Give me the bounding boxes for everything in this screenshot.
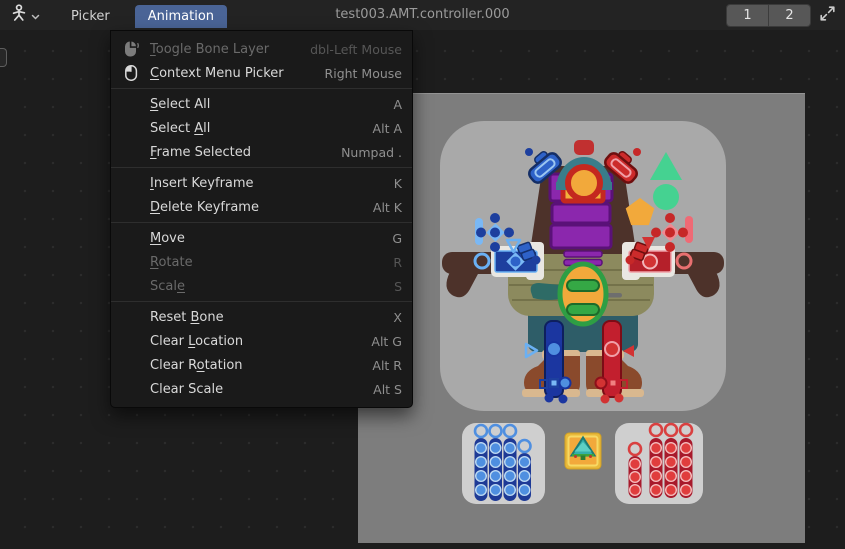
left-finger-column-1[interactable] xyxy=(475,425,488,501)
menu-item-rotate: RotateR xyxy=(111,250,412,274)
menu-section-3: Insert KeyframeKDelete KeyframeAlt K xyxy=(111,167,412,222)
menu-item-shortcut: Alt R xyxy=(372,358,402,373)
menu-item-label: Insert Keyframe xyxy=(150,176,394,191)
picker-viewport xyxy=(358,93,805,543)
mouse-left-double-icon xyxy=(123,40,150,58)
menu-item-shortcut: Right Mouse xyxy=(325,66,402,81)
left-finger-column-2[interactable] xyxy=(489,425,502,501)
menu-item-shortcut: X xyxy=(393,310,402,325)
menu-item-label: Scale xyxy=(150,279,394,294)
picker-window: Picker Animation test003.AMT.controller.… xyxy=(0,0,845,549)
fullscreen-expand-icon xyxy=(819,5,836,26)
menu-item-frame-selected[interactable]: Frame SelectedNumpad . xyxy=(111,140,412,164)
tab-picker[interactable]: Picker xyxy=(58,5,123,28)
menu-item-label: Delete Keyframe xyxy=(150,200,373,215)
right-finger-column-3[interactable] xyxy=(665,424,678,498)
menu-item-label: Toogle Bone Layer xyxy=(150,42,310,57)
menu-item-shortcut: Alt S xyxy=(373,382,402,397)
editor-mode-button[interactable] xyxy=(5,1,44,29)
menu-item-clear-scale[interactable]: Clear ScaleAlt S xyxy=(111,377,412,401)
menu-item-label: Rotate xyxy=(150,255,393,270)
layer-button-group: 1 2 xyxy=(726,4,811,27)
menu-item-clear-rotation[interactable]: Clear RotationAlt R xyxy=(111,353,412,377)
top-bar: Picker Animation test003.AMT.controller.… xyxy=(0,0,845,30)
menu-item-shortcut: S xyxy=(394,279,402,294)
fullscreen-expand-button[interactable] xyxy=(814,5,840,27)
controller-title: test003.AMT.controller.000 xyxy=(0,0,845,30)
menu-item-label: Reset Bone xyxy=(150,310,393,325)
left-finger-column-3[interactable] xyxy=(504,425,517,501)
menu-item-shortcut: G xyxy=(392,231,402,246)
menu-item-select-all[interactable]: Select AllAlt A xyxy=(111,116,412,140)
menu-item-label: Clear Rotation xyxy=(150,358,372,373)
menu-item-context-menu-picker[interactable]: Context Menu PickerRight Mouse xyxy=(111,61,412,85)
menu-section-1: Toogle Bone Layerdbl-Left MouseContext M… xyxy=(111,34,412,88)
mouse-right-icon xyxy=(123,64,150,82)
menu-item-shortcut: K xyxy=(394,176,402,191)
root-control-button[interactable] xyxy=(565,433,601,469)
menu-section-4: MoveGRotateRScaleS xyxy=(111,222,412,301)
chevron-down-icon xyxy=(31,6,40,25)
menu-item-label: Context Menu Picker xyxy=(150,66,325,81)
tab-animation[interactable]: Animation xyxy=(135,5,227,28)
menu-section-5: Reset BoneXClear LocationAlt GClear Rota… xyxy=(111,301,412,404)
menu-item-shortcut: Alt A xyxy=(373,121,402,136)
menu-item-clear-location[interactable]: Clear LocationAlt G xyxy=(111,329,412,353)
menu-item-select-all[interactable]: Select AllA xyxy=(111,92,412,116)
menu-item-reset-bone[interactable]: Reset BoneX xyxy=(111,305,412,329)
layer-button-1[interactable]: 1 xyxy=(727,5,768,26)
menu-item-shortcut: A xyxy=(393,97,402,112)
menu-item-shortcut: Alt K xyxy=(373,200,402,215)
menu-item-move[interactable]: MoveG xyxy=(111,226,412,250)
belly-control[interactable] xyxy=(560,264,606,324)
menu-item-label: Frame Selected xyxy=(150,145,341,160)
circle-prop-control[interactable] xyxy=(653,184,679,210)
face-control[interactable] xyxy=(568,167,600,199)
layer-button-2[interactable]: 2 xyxy=(768,5,810,26)
menu-item-insert-keyframe[interactable]: Insert KeyframeK xyxy=(111,171,412,195)
armature-stick-figure-icon xyxy=(9,3,29,27)
animation-dropdown-menu: Toogle Bone Layerdbl-Left MouseContext M… xyxy=(110,30,413,408)
menu-item-shortcut: dbl-Left Mouse xyxy=(310,42,402,57)
menu-item-shortcut: Numpad . xyxy=(341,145,402,160)
right-finger-column-2[interactable] xyxy=(650,424,663,498)
menu-item-shortcut: Alt G xyxy=(371,334,402,349)
menu-item-delete-keyframe[interactable]: Delete KeyframeAlt K xyxy=(111,195,412,219)
menu-item-scale: ScaleS xyxy=(111,274,412,298)
topknot-control xyxy=(574,140,594,155)
topbar-right-controls: 1 2 xyxy=(726,4,840,27)
collapsed-panel-handle[interactable] xyxy=(0,48,7,67)
menu-item-shortcut: R xyxy=(393,255,402,270)
right-finger-column-4[interactable] xyxy=(680,424,693,498)
menu-item-label: Select All xyxy=(150,121,373,136)
menu-item-label: Select All xyxy=(150,97,393,112)
menu-section-2: Select AllASelect AllAlt AFrame Selected… xyxy=(111,88,412,167)
menu-item-label: Clear Scale xyxy=(150,382,373,397)
menu-item-label: Move xyxy=(150,231,392,246)
menu-item-toogle-bone-layer: Toogle Bone Layerdbl-Left Mouse xyxy=(111,37,412,61)
character-picker-svg xyxy=(358,94,805,543)
menu-item-label: Clear Location xyxy=(150,334,371,349)
